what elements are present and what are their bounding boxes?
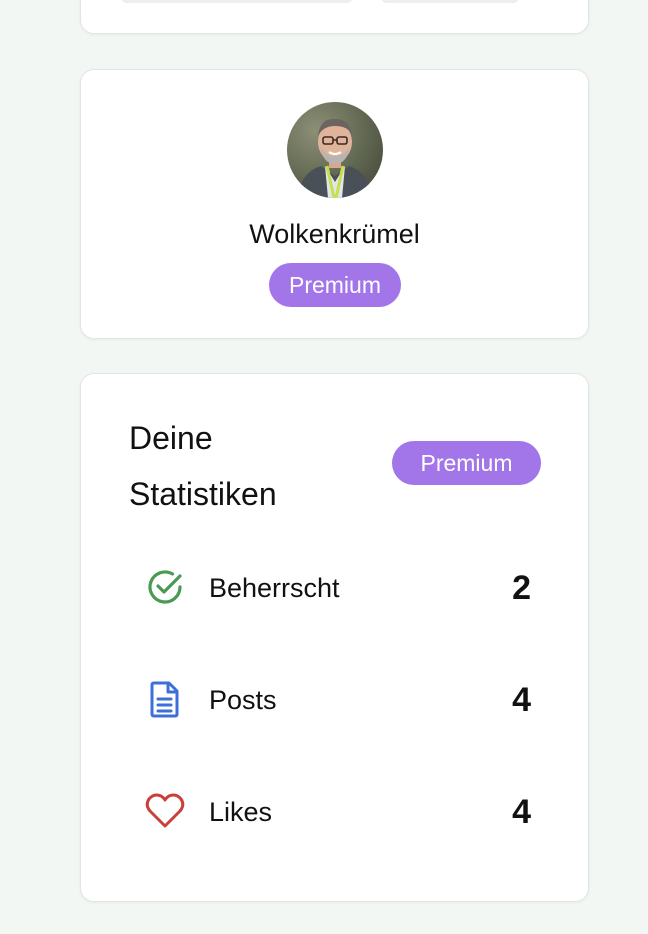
stat-label: Likes — [209, 797, 273, 827]
stats-title: Deine Statistiken — [129, 420, 277, 512]
stat-row-posts: Posts 4 — [141, 671, 531, 727]
avatar-photo — [297, 118, 373, 198]
stat-value: 4 — [512, 793, 531, 831]
stat-label: Posts — [209, 685, 277, 715]
stats-premium-badge: Premium — [392, 441, 541, 485]
stats-card: Deine Statistiken Premium Beherrscht 2 P… — [80, 373, 589, 902]
check-circle-icon — [141, 559, 189, 615]
premium-badge: Premium — [269, 263, 401, 307]
avatar[interactable] — [287, 102, 383, 198]
heart-icon — [141, 783, 189, 839]
stat-label: Beherrscht — [209, 573, 340, 603]
username: Wolkenkrümel — [249, 219, 420, 249]
button-stub[interactable] — [381, 0, 519, 3]
button-stub[interactable] — [121, 0, 353, 3]
document-icon — [141, 671, 189, 727]
stat-row-likes: Likes 4 — [141, 783, 531, 839]
stat-value: 4 — [512, 681, 531, 719]
stat-value: 2 — [512, 569, 531, 607]
stat-row-mastered: Beherrscht 2 — [141, 559, 531, 615]
previous-card — [80, 0, 589, 34]
profile-card: Wolkenkrümel Premium — [80, 69, 589, 339]
